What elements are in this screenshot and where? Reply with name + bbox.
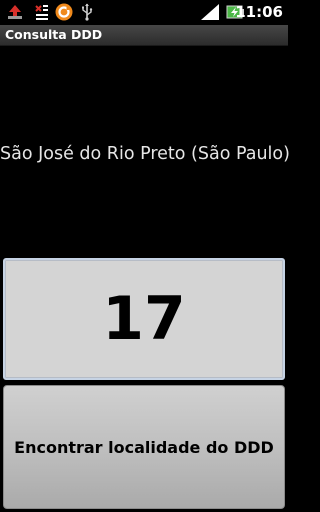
find-location-button[interactable]: Encontrar localidade do DDD — [3, 385, 285, 509]
signal-icon — [201, 4, 219, 20]
title-bar: Consulta DDD — [0, 25, 288, 46]
circle-app-icon — [55, 3, 73, 21]
ddd-input[interactable]: 17 — [3, 258, 285, 380]
status-bar: 11:06 — [0, 0, 288, 25]
missed-call-icon — [35, 5, 48, 20]
upload-arrow-icon — [8, 5, 22, 19]
usb-icon — [82, 3, 93, 21]
app-screen: 11:06 Consulta DDD São José do Rio Preto… — [0, 0, 290, 512]
ddd-input-value: 17 — [102, 284, 186, 354]
app-title: Consulta DDD — [5, 27, 103, 42]
status-time: 11:06 — [235, 3, 283, 21]
find-location-button-label: Encontrar localidade do DDD — [14, 437, 274, 457]
location-result: São José do Rio Preto (São Paulo) — [0, 144, 290, 164]
